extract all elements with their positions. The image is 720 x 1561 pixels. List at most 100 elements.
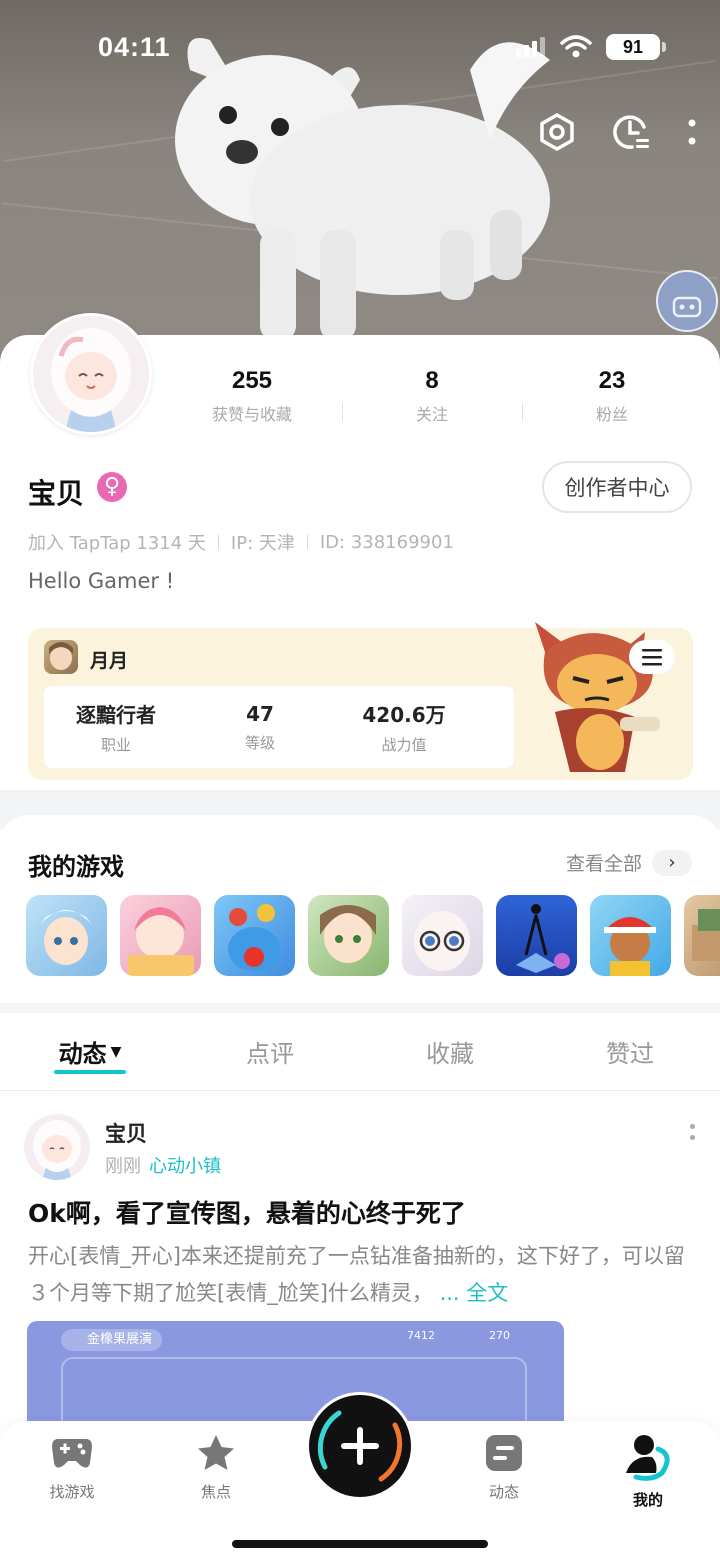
stat-label: 关注	[415, 405, 448, 424]
stat-label: 获赞与收藏	[211, 405, 292, 424]
creator-center-button[interactable]: 创作者中心	[542, 461, 692, 513]
game-7-icon	[604, 917, 656, 976]
game-2-icon	[128, 907, 194, 976]
game-icon	[44, 640, 78, 674]
user-name: 宝贝	[28, 477, 85, 510]
game-8-icon	[692, 909, 720, 961]
see-all-link[interactable]: 查看全部 ›	[566, 849, 692, 876]
game-tile[interactable]	[496, 895, 577, 976]
ip-location: IP: 天津	[230, 533, 295, 554]
game-tile[interactable]	[214, 895, 295, 976]
stat-power: 420.6万 战力值	[332, 699, 476, 755]
stat-following[interactable]: 8 关注	[342, 367, 522, 425]
home-indicator[interactable]	[232, 1540, 488, 1548]
game-tile[interactable]	[402, 895, 483, 976]
post-author[interactable]: 宝贝	[105, 1118, 147, 1148]
nav-feed[interactable]: 动态	[454, 1433, 554, 1502]
nav-me[interactable]: 我的	[598, 1433, 698, 1510]
history-icon[interactable]	[612, 112, 652, 152]
avatar[interactable]	[30, 313, 152, 435]
profile-screen: { "status_bar": { "time": "04:11", "batt…	[0, 0, 720, 1561]
tab-label: 收藏	[426, 1040, 474, 1068]
achievement-badge-icon[interactable]	[656, 270, 718, 332]
nav-label: 焦点	[200, 1483, 231, 1501]
stat-class: 逐黯行者 职业	[44, 699, 188, 755]
user-id[interactable]: ID: 338169901	[320, 532, 454, 553]
active-tab-indicator	[54, 1070, 126, 1074]
nav-label: 我的	[632, 1491, 663, 1509]
signal-icon	[516, 37, 545, 57]
stat-value: 420.6万	[362, 703, 446, 727]
stat-value: 255	[231, 367, 273, 394]
nav-focus[interactable]: 焦点	[166, 1433, 266, 1502]
tab-reviews[interactable]: 点评	[180, 1013, 360, 1090]
game-tile[interactable]	[684, 895, 720, 976]
profile-stats: 255 获赞与收藏 8 关注 23 粉丝	[162, 367, 702, 425]
image-chip: 金橡果展演	[61, 1329, 163, 1351]
post-body: 开心[表情_开心]本来还提前充了一点钻准备抽新的，这下好了，可以留３个月等下期了…	[28, 1238, 692, 1312]
game-6-icon	[516, 904, 570, 973]
wifi-icon	[560, 35, 592, 58]
character-stats: 逐黯行者 职业 47 等级 420.6万 战力值	[44, 686, 514, 768]
my-games-section: 我的游戏 查看全部 ›	[0, 815, 720, 1005]
post-time: 刚刚	[105, 1156, 141, 1177]
gamepad-icon	[52, 1439, 92, 1468]
read-more-link[interactable]: ... 全文	[440, 1281, 509, 1305]
card-menu-button[interactable]	[629, 640, 675, 674]
content-tabs: 动态 ▼ 点评 收藏 赞过	[0, 1013, 720, 1091]
game-5-icon	[414, 911, 470, 971]
image-number: 270	[489, 1329, 510, 1342]
plus-icon	[317, 1410, 403, 1482]
game-1-icon	[40, 910, 92, 965]
section-divider	[0, 1003, 720, 1013]
tab-label: 点评	[246, 1040, 294, 1068]
stat-followers[interactable]: 23 粉丝	[522, 367, 702, 425]
chevron-right-icon: ›	[652, 849, 692, 876]
stat-label: 粉丝	[595, 405, 628, 424]
game-list	[26, 895, 720, 976]
nav-find-games[interactable]: 找游戏	[22, 1433, 122, 1502]
top-actions	[538, 112, 696, 152]
game-tile[interactable]	[590, 895, 671, 976]
stat-value: 23	[598, 367, 626, 394]
game-tile[interactable]	[308, 895, 389, 976]
game-3-icon	[228, 904, 280, 971]
post-avatar[interactable]	[24, 1114, 90, 1180]
stat-likes[interactable]: 255 获赞与收藏	[162, 367, 342, 425]
settings-icon[interactable]	[538, 112, 576, 152]
create-post-button[interactable]	[309, 1395, 411, 1497]
game-tile[interactable]	[120, 895, 201, 976]
game-character-card[interactable]: 月月 逐黯行者 职业 47 等级 420.6万 战力值	[28, 622, 693, 780]
tab-label: 赞过	[606, 1040, 654, 1068]
game-tile[interactable]	[26, 895, 107, 976]
post-more-icon[interactable]	[690, 1124, 696, 1140]
section-title: 我的游戏	[28, 853, 124, 881]
stat-level: 47 等级	[188, 702, 332, 753]
join-days: 加入 TapTap 1314 天	[28, 533, 206, 554]
post-meta: 刚刚 心动小镇	[105, 1152, 221, 1178]
gender-female-icon: ♀	[97, 472, 127, 502]
feed-icon	[486, 1435, 522, 1471]
user-bio: Hello Gamer !	[28, 569, 175, 593]
stat-value: 47	[246, 701, 274, 726]
tab-liked[interactable]: 赞过	[540, 1013, 720, 1090]
more-icon[interactable]	[688, 117, 696, 147]
image-number: 7412	[407, 1329, 435, 1342]
post-body-text: 开心[表情_开心]本来还提前充了一点钻准备抽新的，这下好了，可以留３个月等下期了…	[28, 1244, 685, 1305]
stat-label: 战力值	[381, 736, 427, 754]
post-title: Ok啊，看了宣传图，悬着的心终于死了	[28, 1199, 466, 1228]
tab-label: 动态	[58, 1040, 107, 1068]
stat-value: 逐黯行者	[76, 703, 156, 727]
post-game-tag[interactable]: 心动小镇	[149, 1152, 221, 1178]
status-time: 04:11	[98, 32, 171, 62]
user-profile-icon	[626, 1435, 670, 1481]
battery-indicator: 91	[606, 34, 666, 60]
tab-posts[interactable]: 动态 ▼	[0, 1013, 180, 1090]
nav-label: 动态	[488, 1483, 519, 1501]
tab-favorites[interactable]: 收藏	[360, 1013, 540, 1090]
dog-photo	[175, 38, 550, 340]
caret-down-icon: ▼	[110, 1043, 122, 1060]
see-all-label: 查看全部	[565, 853, 642, 875]
stat-value: 8	[425, 367, 439, 394]
fox-character-image	[535, 622, 660, 772]
